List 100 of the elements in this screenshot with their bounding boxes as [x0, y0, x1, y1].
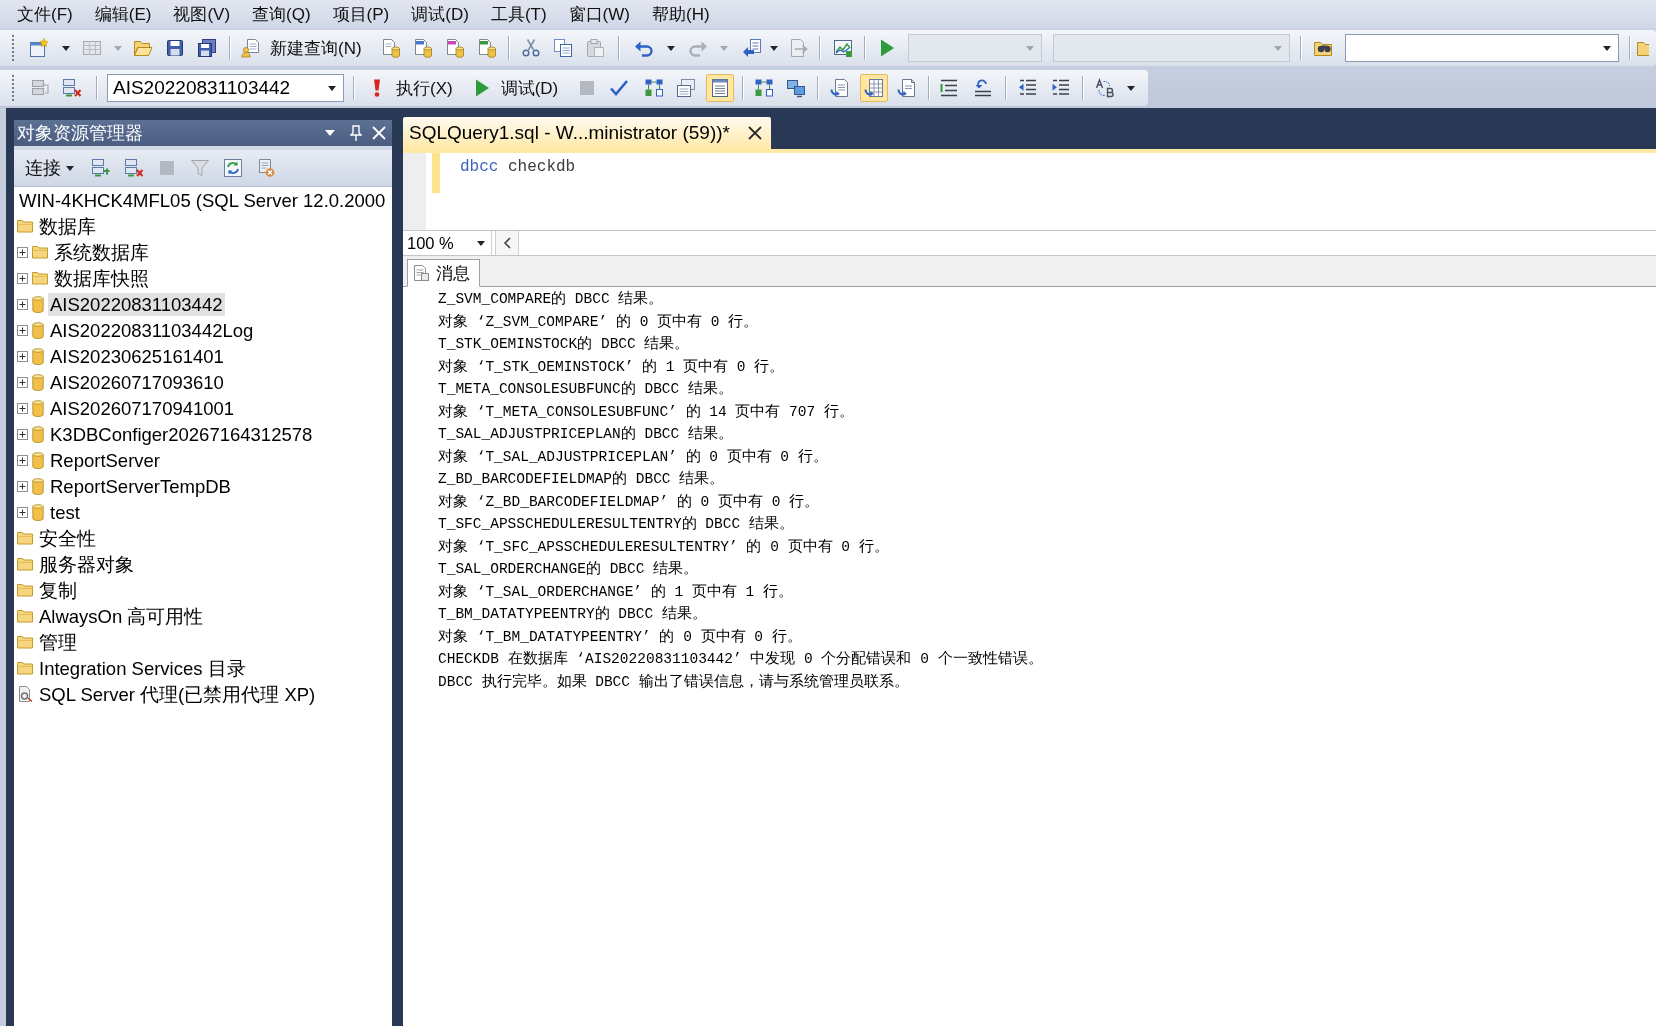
tree-item[interactable]: AlwaysOn 高可用性 [37, 604, 206, 628]
plus-box-icon[interactable] [17, 272, 28, 284]
new-window-icon[interactable] [29, 38, 49, 58]
menu-item[interactable]: 帮助(H) [641, 0, 721, 28]
tree-item[interactable]: 数据库快照 [52, 266, 151, 290]
grip-icon[interactable] [11, 74, 15, 102]
tree-item[interactable]: 管理 [37, 630, 79, 654]
tree-item[interactable]: Integration Services 目录 [37, 656, 248, 680]
stacked-windows-icon[interactable] [676, 78, 697, 98]
menu-item[interactable]: 查询(Q) [241, 0, 322, 28]
execute-button[interactable]: 执行(X) [363, 73, 457, 103]
plus-box-icon[interactable] [17, 428, 28, 440]
grip-icon[interactable] [11, 34, 15, 62]
plus-box-icon[interactable] [17, 324, 28, 336]
document-database-icon[interactable] [476, 38, 497, 58]
grid-results-icon[interactable] [860, 74, 889, 102]
message-line: 对象 ‘T_META_CONSOLESUBFUNC’ 的 14 页中有 707 行。 [438, 402, 855, 422]
menu-item[interactable]: 文件(F) [6, 0, 84, 28]
tree-item[interactable]: SQL Server 代理(已禁用代理 XP) [37, 682, 318, 706]
tree-item[interactable]: 系统数据库 [52, 240, 151, 264]
text-results-icon[interactable] [830, 78, 851, 98]
copy-icon[interactable] [552, 38, 573, 58]
tree-item[interactable]: ReportServer [48, 448, 162, 472]
message-line: T_SFC_APSSCHEDULERESULTENTRY的 DBCC 结果。 [438, 514, 795, 534]
message-line: 对象 ‘Z_SVM_COMPARE’ 的 0 页中有 0 行。 [438, 312, 760, 332]
outdent-icon[interactable] [1018, 78, 1039, 98]
pin-icon[interactable] [350, 125, 362, 141]
letter-swap-icon[interactable] [1095, 78, 1116, 98]
tree-item[interactable]: WIN-4KHCK4MFL05 (SQL Server 12.0.2000 [17, 188, 388, 212]
zoom-dropdown[interactable]: 100 % [403, 231, 492, 255]
connect-button[interactable]: 连接 [22, 154, 77, 182]
monitors-icon[interactable] [786, 78, 807, 98]
open-folder-icon[interactable] [133, 38, 153, 58]
debug-button[interactable]: 调试(D) [467, 73, 563, 103]
tree-item[interactable]: AIS20220831103442 [48, 292, 225, 316]
comment-lines-icon[interactable] [939, 78, 960, 98]
arrow-list-icon[interactable] [741, 38, 762, 58]
document-database-icon[interactable] [412, 38, 433, 58]
form-icon[interactable] [706, 74, 735, 102]
plus-box-icon[interactable] [17, 246, 28, 258]
caret-icon[interactable] [328, 85, 336, 91]
message-line: Z_SVM_COMPARE的 DBCC 结果。 [438, 289, 665, 309]
plus-box-icon[interactable] [17, 350, 28, 362]
tree-item[interactable]: ReportServerTempDB [48, 474, 233, 498]
menu-item[interactable]: 工具(T) [479, 0, 558, 28]
new-query-button[interactable]: 新建查询(N) [237, 33, 366, 63]
tree-item[interactable]: 安全性 [37, 526, 98, 550]
caret-icon[interactable] [62, 45, 70, 51]
database-icon [32, 451, 44, 469]
server-cross-icon[interactable] [123, 158, 144, 178]
message-line: T_STK_OEMINSTOCK的 DBCC 结果。 [438, 334, 691, 354]
tree-item[interactable]: 复制 [37, 578, 79, 602]
menu-item[interactable]: 窗口(W) [557, 0, 641, 28]
clipboard-icon[interactable] [584, 38, 605, 58]
uncomment-lines-icon[interactable] [973, 78, 994, 98]
caret-icon [66, 165, 74, 171]
document-tab[interactable]: SQLQuery1.sql - W...ministrator (59))* [403, 117, 771, 149]
plus-box-icon[interactable] [17, 506, 28, 518]
scroll-left-button[interactable] [495, 231, 519, 255]
database-dropdown[interactable]: AIS20220831103442 [107, 74, 344, 102]
dropdown-field[interactable] [1344, 34, 1619, 62]
menu-item[interactable]: 项目(P) [321, 0, 401, 28]
menu-item[interactable]: 编辑(E) [83, 0, 163, 28]
server-cross-icon[interactable] [62, 78, 82, 98]
file-results-icon[interactable] [897, 78, 918, 98]
tree-item[interactable]: 数据库 [37, 214, 98, 238]
caret-icon[interactable] [666, 45, 675, 51]
scissors-icon[interactable] [520, 38, 541, 58]
tree-item[interactable]: AIS20260717093610 [48, 370, 226, 394]
plus-box-icon[interactable] [17, 402, 28, 414]
plus-box-icon[interactable] [17, 376, 28, 388]
caret-icon[interactable] [1127, 85, 1136, 91]
document-database-icon[interactable] [380, 38, 401, 58]
plus-box-icon[interactable] [17, 454, 28, 466]
caret-icon[interactable] [1602, 45, 1611, 51]
menu-item[interactable]: 调试(D) [400, 0, 480, 28]
tree-item[interactable]: AIS20220831103442Log [48, 318, 256, 342]
floppy-disks-icon[interactable] [197, 38, 217, 58]
plus-box-icon[interactable] [17, 298, 28, 310]
document-person-icon [241, 38, 261, 58]
check-icon[interactable] [609, 78, 630, 98]
menu-item[interactable]: 视图(V) [162, 0, 242, 28]
flowchart-icon[interactable] [754, 78, 775, 98]
flowchart-icon[interactable] [644, 78, 665, 98]
chart-icon[interactable] [832, 38, 853, 58]
tree-item[interactable]: K3DBConfiger20267164312578 [48, 422, 315, 446]
close-icon[interactable] [747, 126, 762, 140]
code-keyword: dbcc [460, 158, 499, 176]
plus-box-icon[interactable] [17, 480, 28, 492]
tree-item[interactable]: 服务器对象 [37, 552, 136, 576]
tree-item[interactable]: test [48, 500, 82, 524]
message-line: T_SAL_ADJUSTPRICEPLAN的 DBCC 结果。 [438, 424, 734, 444]
tree-item[interactable]: AIS20230625161401 [48, 344, 226, 368]
indent-icon[interactable] [1051, 78, 1072, 98]
results-tab[interactable]: 消息 [407, 259, 480, 287]
document-database-icon[interactable] [444, 38, 465, 58]
refresh-icon[interactable] [222, 158, 243, 178]
server-plus-icon[interactable] [90, 158, 111, 178]
caret-icon[interactable] [769, 45, 778, 51]
tree-item[interactable]: AIS202607170941001 [48, 396, 237, 420]
